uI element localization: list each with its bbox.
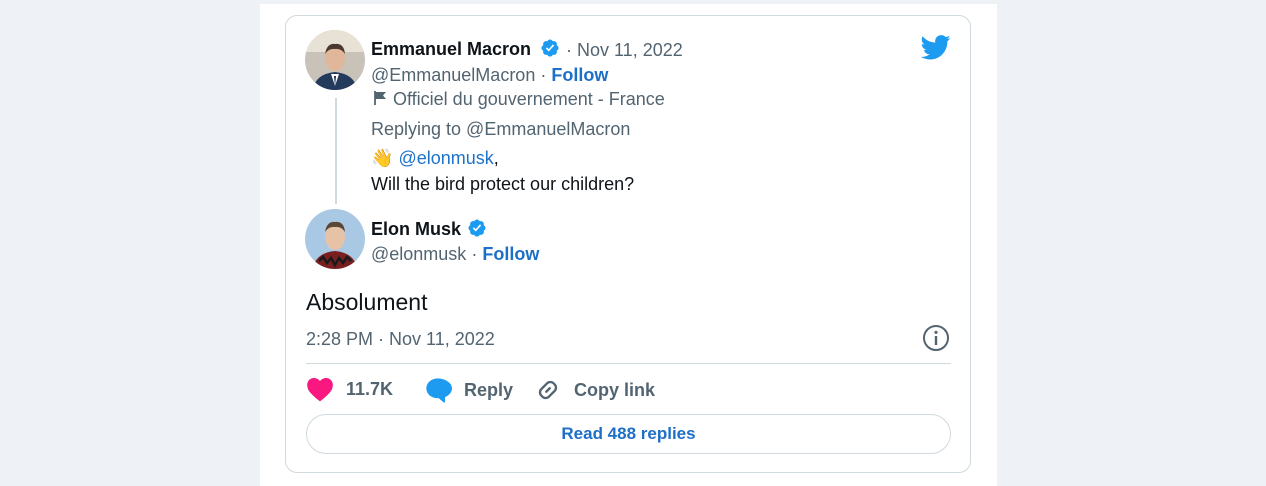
elonmusk-mention-link[interactable]: @elonmusk	[398, 148, 493, 168]
reply-label: Reply	[464, 379, 514, 400]
replying-to-label: Replying to @EmmanuelMacron	[371, 119, 631, 139]
read-replies-button[interactable]: Read 488 replies	[306, 414, 951, 454]
embed-page: Emmanuel Macron · Nov 11, 2022 @Emmanuel…	[260, 4, 997, 486]
parent-author-name[interactable]: Emmanuel Macron	[371, 39, 531, 60]
verified-badge-icon	[541, 39, 559, 57]
follow-macron-link[interactable]: Follow	[551, 65, 608, 85]
reply-timestamp[interactable]: 2:28 PM · Nov 11, 2022	[306, 329, 495, 350]
thread-line	[335, 98, 337, 204]
flag-icon	[374, 91, 386, 105]
info-icon[interactable]	[921, 323, 951, 353]
macron-avatar[interactable]	[305, 30, 365, 90]
copy-link-button[interactable]: Copy link	[534, 376, 655, 404]
parent-date[interactable]: · Nov 11, 2022	[566, 40, 683, 61]
divider	[306, 363, 951, 364]
elon-avatar[interactable]	[305, 209, 365, 269]
link-icon	[538, 380, 558, 400]
like-button[interactable]: 11.7K	[306, 376, 393, 402]
mention-suffix: ,	[493, 148, 499, 168]
tweet-card: Emmanuel Macron · Nov 11, 2022 @Emmanuel…	[285, 15, 971, 473]
affiliation-label: Officiel du gouvernement - France	[393, 89, 665, 109]
handle-separator: ·	[540, 65, 547, 85]
follow-elon-link[interactable]: Follow	[482, 244, 539, 264]
reply-author-name[interactable]: Elon Musk	[371, 219, 461, 240]
parent-handle-row: @EmmanuelMacron · Follow	[371, 65, 608, 86]
reply-handle-row: @elonmusk · Follow	[371, 244, 539, 265]
reply-body-text: Absolument	[306, 289, 428, 315]
read-replies-label: Read 488 replies	[561, 424, 696, 443]
affiliation-row: Officiel du gouvernement - France	[371, 89, 665, 110]
copy-link-label: Copy link	[574, 379, 656, 400]
handle-separator: ·	[471, 244, 478, 264]
parent-body-text: Will the bird protect our children?	[371, 174, 635, 194]
reply-handle[interactable]: @elonmusk	[371, 244, 466, 264]
waving-hand-emoji: 👋	[371, 148, 394, 168]
heart-icon	[307, 378, 333, 402]
parent-body-line1: 👋 @elonmusk,	[371, 148, 499, 169]
reply-button[interactable]: Reply	[424, 376, 513, 404]
like-count: 11.7K	[346, 378, 394, 399]
verified-badge-icon	[468, 219, 486, 237]
twitter-bird-icon[interactable]	[921, 35, 951, 60]
reply-bubble-icon	[426, 378, 452, 403]
parent-handle[interactable]: @EmmanuelMacron	[371, 65, 535, 85]
